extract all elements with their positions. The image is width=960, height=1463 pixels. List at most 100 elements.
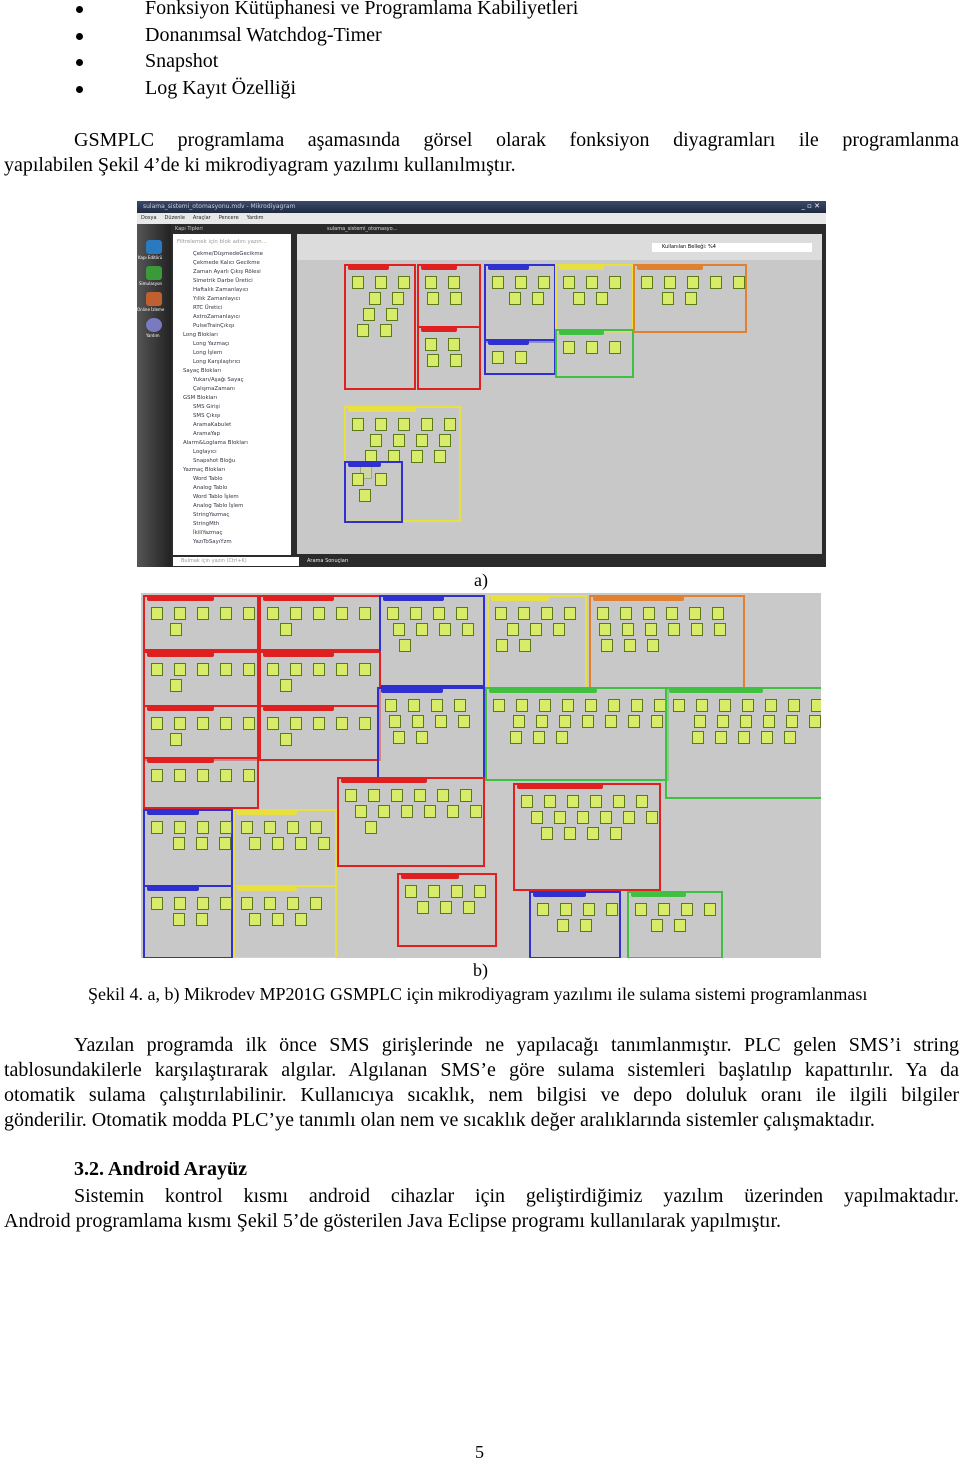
function-block[interactable] [577, 811, 589, 824]
function-block[interactable] [624, 639, 636, 652]
function-block[interactable] [458, 715, 470, 728]
function-block-group[interactable] [484, 339, 556, 375]
tree-item[interactable]: Analog Tablo İşlem [173, 502, 291, 511]
function-block[interactable] [410, 607, 422, 620]
function-block[interactable] [174, 717, 186, 730]
function-block[interactable] [811, 699, 821, 712]
function-block-group[interactable] [143, 885, 233, 958]
function-block[interactable] [448, 338, 460, 351]
function-block[interactable] [573, 292, 585, 305]
function-block[interactable] [352, 276, 364, 289]
tree-item[interactable]: Sayaç Blokları [173, 367, 291, 376]
tree-item[interactable]: StringYazmaç [173, 511, 291, 520]
function-block[interactable] [662, 292, 674, 305]
function-block[interactable] [174, 769, 186, 782]
function-block[interactable] [249, 837, 261, 850]
tree-item[interactable]: Word Tablo İşlem [173, 493, 291, 502]
tree-item[interactable]: Long Yazmaçı [173, 340, 291, 349]
function-block[interactable] [401, 805, 413, 818]
function-block[interactable] [563, 341, 575, 354]
function-block[interactable] [197, 717, 209, 730]
function-block[interactable] [437, 789, 449, 802]
function-block[interactable] [264, 821, 276, 834]
function-block[interactable] [428, 885, 440, 898]
function-block[interactable] [151, 897, 163, 910]
function-block[interactable] [586, 341, 598, 354]
function-block[interactable] [151, 607, 163, 620]
function-block-group[interactable] [627, 891, 723, 958]
function-block[interactable] [174, 821, 186, 834]
function-block[interactable] [583, 903, 595, 916]
function-block[interactable] [290, 663, 302, 676]
function-block[interactable] [398, 276, 410, 289]
function-block[interactable] [646, 811, 658, 824]
function-block[interactable] [197, 769, 209, 782]
function-block[interactable] [559, 715, 571, 728]
function-block[interactable] [174, 897, 186, 910]
function-block[interactable] [597, 607, 609, 620]
function-block[interactable] [197, 607, 209, 620]
function-block[interactable] [515, 351, 527, 364]
function-block-group[interactable] [417, 326, 481, 390]
function-block[interactable] [345, 789, 357, 802]
function-block[interactable] [596, 292, 608, 305]
function-block[interactable] [370, 434, 382, 447]
function-block[interactable] [643, 607, 655, 620]
function-block[interactable] [318, 837, 330, 850]
function-block[interactable] [427, 354, 439, 367]
function-block[interactable] [786, 715, 798, 728]
function-block[interactable] [380, 324, 392, 337]
tree-item[interactable]: ÇalışmaZamanı [173, 385, 291, 394]
function-block-group[interactable] [259, 705, 381, 761]
function-block[interactable] [393, 434, 405, 447]
function-block[interactable] [416, 623, 428, 636]
function-block[interactable] [363, 308, 375, 321]
function-block[interactable] [399, 639, 411, 652]
function-block[interactable] [647, 639, 659, 652]
function-block[interactable] [518, 607, 530, 620]
function-block[interactable] [174, 663, 186, 676]
function-block-group[interactable] [377, 687, 485, 779]
tree-item[interactable]: Yukarı/Aşağı Sayaç [173, 376, 291, 385]
function-block[interactable] [557, 919, 569, 932]
tree-item[interactable]: Haftalık Zamanlayıcı [173, 286, 291, 295]
function-block[interactable] [267, 717, 279, 730]
function-block[interactable] [272, 837, 284, 850]
function-block-group[interactable] [417, 264, 481, 328]
function-block[interactable] [601, 639, 613, 652]
function-block[interactable] [170, 623, 182, 636]
function-block-group[interactable] [589, 595, 745, 689]
tree-item[interactable]: PulseTrainÇıkışı [173, 322, 291, 331]
function-block[interactable] [368, 789, 380, 802]
function-block[interactable] [554, 811, 566, 824]
function-block-group[interactable] [143, 757, 259, 809]
function-block[interactable] [295, 913, 307, 926]
function-block[interactable] [359, 663, 371, 676]
function-block[interactable] [287, 897, 299, 910]
function-block[interactable] [450, 354, 462, 367]
function-block-group[interactable] [259, 651, 381, 707]
function-block[interactable] [197, 663, 209, 676]
function-block[interactable] [510, 731, 522, 744]
function-block-group[interactable] [233, 885, 337, 958]
function-block[interactable] [580, 919, 592, 932]
function-block[interactable] [610, 827, 622, 840]
function-block[interactable] [474, 885, 486, 898]
function-block[interactable] [336, 607, 348, 620]
function-block[interactable] [389, 715, 401, 728]
function-block[interactable] [704, 903, 716, 916]
function-block-group[interactable] [529, 891, 621, 958]
function-block[interactable] [220, 821, 232, 834]
tree-item[interactable]: Yazmaç Blokları [173, 466, 291, 475]
function-block[interactable] [243, 663, 255, 676]
function-block[interactable] [692, 731, 704, 744]
function-block[interactable] [220, 663, 232, 676]
function-block[interactable] [536, 715, 548, 728]
function-block[interactable] [788, 699, 800, 712]
function-block[interactable] [272, 913, 284, 926]
function-block[interactable] [352, 473, 364, 486]
function-block[interactable] [539, 699, 551, 712]
function-block[interactable] [336, 663, 348, 676]
function-block[interactable] [249, 913, 261, 926]
menu-item[interactable]: Düzenle [165, 215, 185, 221]
